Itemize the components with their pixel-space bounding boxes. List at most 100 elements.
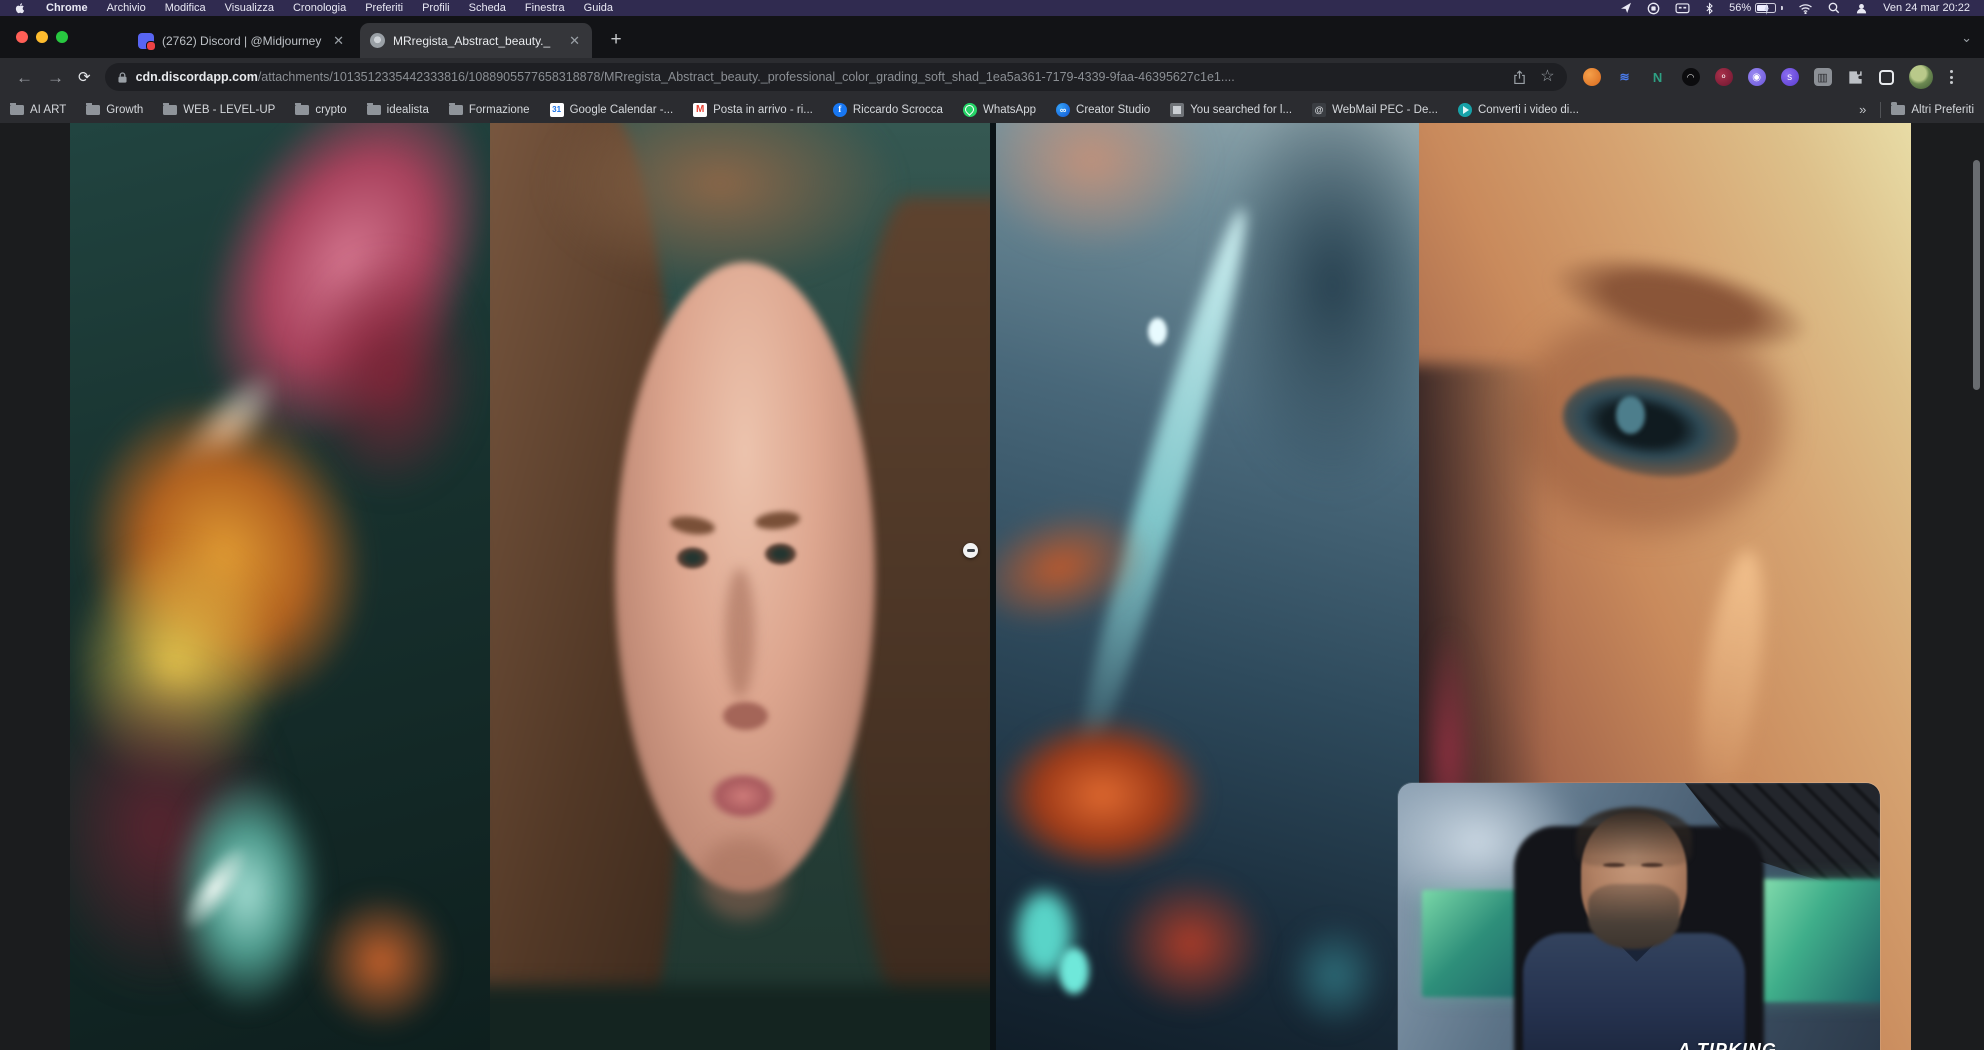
ext-blue-waves-icon[interactable]: ≋ [1616,68,1634,86]
bookmarks-overflow-chevron[interactable]: » [1855,102,1870,117]
ext-red-key-icon[interactable]: ⚬ [1715,68,1733,86]
minimize-window-button[interactable] [36,31,48,43]
ext-gray-grid-icon[interactable]: ▥ [1814,68,1832,86]
ext-purple-eye-icon[interactable]: ◉ [1748,68,1766,86]
menu-chrome[interactable]: Chrome [46,2,88,14]
omnibox[interactable]: cdn.discordapp.com/attachments/101351233… [105,63,1567,91]
bookmark-label: Riccardo Scrocca [853,104,943,116]
bookmark-creator-studio[interactable]: ∞Creator Studio [1056,103,1150,117]
menu-finestra[interactable]: Finestra [525,2,565,14]
ext-white-square-icon[interactable] [1879,70,1894,85]
bookmark-label: Google Calendar -... [570,104,674,116]
bookmark-star-icon[interactable]: ☆ [1540,69,1554,85]
spotlight-icon[interactable] [1828,2,1840,14]
location-icon[interactable] [1620,2,1632,14]
bookmark-folder-crypto[interactable]: crypto [295,104,346,116]
extensions-area: ≋ N ◠ ⚬ ◉ s ▥ [1567,65,1969,89]
presenter-beard [1588,884,1680,948]
bookmark-label: Posta in arrivo - ri... [713,104,813,116]
back-button[interactable]: ← [16,69,33,86]
reload-button[interactable]: ⟳ [78,70,91,85]
tab-image-active[interactable]: MRregista_Abstract_beauty._ ✕ [360,23,592,58]
folder-icon [367,105,381,115]
battery-indicator[interactable]: 56% [1729,2,1783,14]
bookmarks-bar-right: » Altri Preferiti [1855,102,1974,118]
meta-icon: ∞ [1056,103,1070,117]
ext-orange-fox-icon[interactable] [1583,68,1601,86]
wifi-icon[interactable] [1798,3,1813,14]
bookmark-google-calendar[interactable]: 31Google Calendar -... [550,103,674,117]
webcam-caption-fragment: A TIPKING [1678,1040,1777,1050]
folder-icon [10,105,24,115]
forward-button[interactable]: → [47,69,64,86]
webcam-overlay: A TIPKING [1398,783,1880,1050]
menu-profili[interactable]: Profili [422,2,450,14]
profile-avatar[interactable] [1909,65,1933,89]
display-icon[interactable] [1675,3,1690,14]
screen: Chrome Archivio Modifica Visualizza Cron… [0,0,1984,1050]
apple-menu-icon[interactable] [14,2,27,15]
tab-close-icon[interactable]: ✕ [567,33,582,49]
close-window-button[interactable] [16,31,28,43]
menubar-clock[interactable]: Ven 24 mar 20:22 [1883,2,1970,14]
bookmark-folder-ai-art[interactable]: AI ART [10,104,66,116]
tab-search-chevron-icon[interactable]: ⌄ [1961,30,1972,46]
bookmark-label: WebMail PEC - De... [1332,104,1438,116]
artwork-panel-portrait [490,123,990,1050]
battery-icon [1755,3,1776,13]
bookmark-webmail-pec[interactable]: @WebMail PEC - De... [1312,103,1438,117]
menu-preferiti[interactable]: Preferiti [365,2,403,14]
bookmarks-bar: AI ART Growth WEB - LEVEL-UP crypto idea… [0,96,1984,123]
screen-record-icon[interactable] [1647,2,1660,15]
ext-black-circle-icon[interactable]: ◠ [1682,68,1700,86]
bookmark-whatsapp[interactable]: WhatsApp [963,103,1036,117]
folder-icon [295,105,309,115]
extensions-puzzle-icon[interactable] [1847,69,1864,86]
nav-buttons: ← → ⟳ [0,69,105,86]
bookmark-gmail-inbox[interactable]: M Posta in arrivo - ri... [693,103,813,117]
other-favorites-folder[interactable]: Altri Preferiti [1891,104,1974,116]
ext-purple-s-icon[interactable]: s [1781,68,1799,86]
bookmark-label: Growth [106,104,143,116]
bookmark-folder-growth[interactable]: Growth [86,104,143,116]
menu-archivio[interactable]: Archivio [107,2,146,14]
discord-favicon [138,33,154,49]
chrome-menu-icon[interactable] [1948,70,1955,84]
bookmark-you-searched[interactable]: You searched for l... [1170,103,1292,117]
menu-scheda[interactable]: Scheda [469,2,506,14]
tab-discord[interactable]: (2762) Discord | @Midjourney ✕ [128,23,356,58]
gmail-icon: M [693,103,707,117]
bookmark-folder-web-level-up[interactable]: WEB - LEVEL-UP [163,104,275,116]
bookmark-label: WEB - LEVEL-UP [183,104,275,116]
menu-visualizza[interactable]: Visualizza [225,2,274,14]
url-text[interactable]: cdn.discordapp.com/attachments/101351233… [136,70,1506,84]
bookmark-folder-formazione[interactable]: Formazione [449,104,530,116]
menu-cronologia[interactable]: Cronologia [293,2,346,14]
bookmark-video-converter[interactable]: Converti i video di... [1458,103,1579,117]
macos-menubar: Chrome Archivio Modifica Visualizza Cron… [0,0,1984,16]
user-switch-icon[interactable] [1855,2,1868,15]
bookmark-folder-idealista[interactable]: idealista [367,104,429,116]
chrome-tabstrip: (2762) Discord | @Midjourney ✕ MRregista… [0,16,1984,58]
mouse-cursor [963,543,978,558]
artwork-panel-abstract-silk [70,123,490,1050]
bookmark-label: AI ART [30,104,66,116]
bookmark-facebook-profile[interactable]: fRiccardo Scrocca [833,103,943,117]
globe-favicon [370,33,385,48]
url-path: /attachments/1013512335442333816/1088905… [258,70,1235,84]
background-monitor-right [1755,879,1880,1002]
page-viewport: A TIPKING [0,123,1984,1050]
ext-green-n-icon[interactable]: N [1649,68,1667,86]
bluetooth-icon[interactable] [1705,2,1714,15]
tab-close-icon[interactable]: ✕ [331,33,346,49]
bookmark-label: idealista [387,104,429,116]
zoom-window-button[interactable] [56,31,68,43]
menu-modifica[interactable]: Modifica [165,2,206,14]
menubar-left: Chrome Archivio Modifica Visualizza Cron… [14,0,613,16]
vertical-scrollbar[interactable] [1973,160,1980,390]
new-tab-button[interactable]: + [604,29,628,53]
lock-icon[interactable] [117,71,128,84]
share-icon[interactable] [1513,70,1526,85]
bookmark-label: You searched for l... [1190,104,1292,116]
menu-guida[interactable]: Guida [584,2,613,14]
